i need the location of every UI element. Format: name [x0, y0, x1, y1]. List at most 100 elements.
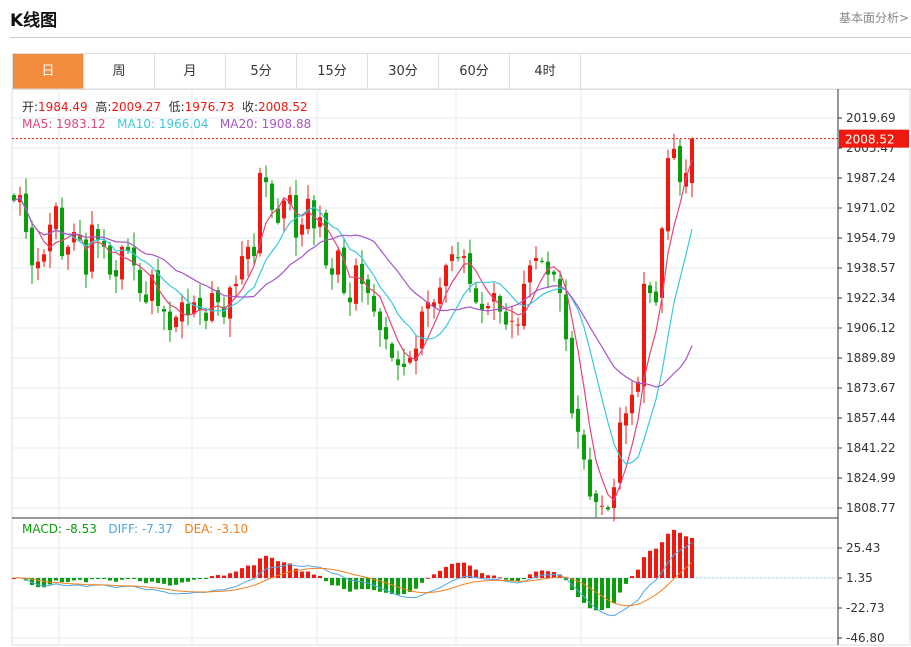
ma20-value: MA20: 1908.88: [219, 117, 312, 131]
macd-bar: [210, 576, 214, 579]
candle-down: [456, 257, 460, 259]
macd-bar: [216, 575, 220, 579]
candle-down: [252, 246, 256, 257]
candle-up: [90, 224, 94, 272]
candle-down: [144, 294, 148, 303]
candle-up: [462, 256, 466, 258]
macd-bar: [666, 533, 670, 579]
current-price-label: 2008.52: [845, 133, 895, 147]
candle-up: [42, 254, 46, 262]
macd-bar: [354, 578, 358, 590]
candle-down: [648, 285, 652, 294]
macd-bar: [456, 562, 460, 579]
macd-bar: [138, 578, 142, 582]
macd-bar: [48, 578, 52, 585]
chart-frame: [11, 88, 911, 646]
macd-bar: [318, 575, 322, 579]
macd-tick-label: -22.73: [846, 601, 885, 615]
macd-bar: [492, 575, 496, 579]
candle-down: [480, 303, 484, 310]
open-value: 1984.49: [38, 100, 88, 114]
macd-bar: [84, 578, 88, 583]
candle-up: [300, 224, 304, 235]
macd-bar: [126, 578, 130, 580]
price-tick-label: 1841.22: [846, 441, 896, 455]
macd-bar: [624, 578, 628, 584]
candle-up: [672, 148, 676, 159]
candle-up: [510, 320, 514, 322]
candle-down: [348, 297, 352, 303]
candle-up: [54, 206, 58, 230]
candle-down: [96, 229, 100, 240]
macd-bar: [162, 578, 166, 584]
candle-down: [594, 493, 598, 503]
macd-bar: [90, 578, 94, 580]
price-tick-label: 1808.77: [846, 501, 896, 515]
macd-bar: [504, 578, 508, 580]
macd-bar: [630, 576, 634, 579]
candle-down: [588, 459, 592, 497]
macd-bar: [480, 573, 484, 579]
macd-bar: [312, 574, 316, 579]
macd-bar: [108, 578, 112, 581]
macd-bar: [360, 578, 364, 590]
macd-bar: [642, 557, 646, 579]
macd-bar: [228, 573, 232, 579]
candle-up: [174, 317, 178, 328]
candle-down: [654, 291, 658, 303]
candle-up: [282, 200, 286, 219]
candle-down: [342, 247, 346, 294]
macd-bar: [648, 550, 652, 579]
macd-bar: [402, 578, 406, 595]
macd-bar: [36, 578, 40, 588]
macd-bar: [300, 571, 304, 579]
macd-bar: [144, 578, 148, 584]
candle-down: [552, 271, 556, 275]
candle-down: [114, 270, 118, 277]
macd-tick-label: 25.43: [846, 541, 880, 555]
macd-bar: [606, 578, 610, 609]
candle-up: [354, 265, 358, 304]
ma10-value: MA10: 1966.04: [117, 117, 209, 131]
candle-up: [36, 261, 40, 269]
macd-bar: [72, 578, 76, 581]
macd-bar: [378, 578, 382, 592]
dea-value: DEA: -3.10: [184, 522, 249, 536]
macd-bar: [234, 571, 238, 579]
macd-bar: [120, 578, 124, 580]
price-tick-label: 1954.79: [846, 231, 896, 245]
price-tick-label: 1938.57: [846, 261, 896, 275]
price-tick-label: 1922.34: [846, 291, 896, 305]
ma-legend: MA5: 1983.12 MA10: 1966.04 MA20: 1908.88: [22, 117, 311, 131]
macd-bar: [486, 575, 490, 579]
candle-down: [168, 311, 172, 331]
macd-bar: [150, 578, 154, 582]
candle-up: [666, 158, 670, 232]
candle-up: [408, 357, 412, 363]
candle-down: [582, 434, 586, 460]
macd-bar: [102, 578, 106, 580]
macd-bar: [636, 569, 640, 579]
candle-up: [534, 257, 538, 261]
macd-bar: [528, 574, 532, 579]
candle-up: [624, 413, 628, 426]
candle-down: [162, 308, 166, 312]
high-value: 2009.27: [111, 100, 161, 114]
macd-bar: [288, 563, 292, 579]
macd-bar: [498, 577, 502, 579]
candle-down: [576, 408, 580, 432]
candle-up: [444, 265, 448, 287]
macd-bar: [324, 578, 328, 582]
price-tick-label: 1987.24: [846, 171, 896, 185]
macd-bar: [66, 578, 70, 583]
macd-bar: [390, 578, 394, 595]
macd-bar: [54, 578, 58, 581]
candle-down: [204, 312, 208, 321]
candle-down: [30, 227, 34, 266]
ohlc-legend: 开:1984.49 高:2009.27 低:1976.73 收:2008.52: [22, 98, 308, 115]
candle-down: [540, 260, 544, 262]
candle-down: [570, 337, 574, 414]
diff-value: DIFF: -7.37: [108, 522, 173, 536]
candle-up: [66, 246, 70, 255]
candle-down: [396, 359, 400, 366]
